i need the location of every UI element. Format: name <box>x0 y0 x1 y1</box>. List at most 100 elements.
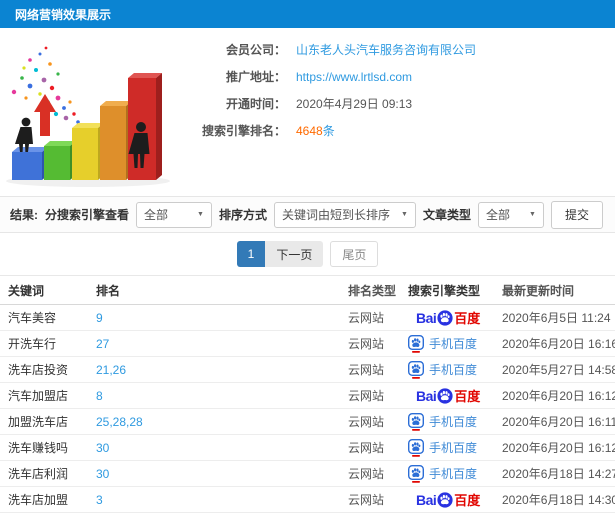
keyword-cell: 汽车加盟店 <box>8 389 69 403</box>
member-info-list: 会员公司： 山东老人头汽车服务咨询有限公司 推广地址： https://www.… <box>178 36 608 144</box>
baidu-paw-icon <box>437 491 453 508</box>
sort-filter-label: 排序方式 <box>218 208 267 222</box>
rank-type-cell: 云网站 <box>348 415 385 429</box>
col-engine: 搜索引擎类型 <box>408 283 481 298</box>
col-rank-type: 排名类型 <box>348 283 397 298</box>
rank-link[interactable]: 25,28,28 <box>96 415 143 429</box>
page-title: 网络营销效果展示 <box>15 7 112 22</box>
sort-filter-value: 关键词由短到长排序 <box>281 208 390 222</box>
engine-cell: Bai百度 手机百度 <box>400 386 494 405</box>
type-filter-label: 文章类型 <box>422 208 471 222</box>
promo-url-row: 推广地址： https://www.lrtlsd.com <box>178 63 608 90</box>
growth-chart-illustration <box>0 30 178 197</box>
chevron-down-icon: ▼ <box>401 211 408 218</box>
mobile-baidu-logo: 手机百度 <box>408 464 477 483</box>
updated-cell: 2020年6月20日 16:11 <box>502 415 615 429</box>
table-row: 汽车加盟店 8 云网站 Bai百度 手机百度 2020年6月20日 16:12 <box>0 383 615 409</box>
mobile-baidu-logo: 手机百度 <box>408 412 477 431</box>
submit-button[interactable]: 提交 <box>550 200 603 229</box>
table-row: 洗车店利润 30 云网站 Bai百度 手机百度 2020年6月18日 14:27 <box>0 461 615 487</box>
results-table: 关键词 排名 排名类型 搜索引擎类型 最新更新时间 汽车美容 9 云网站 Bai… <box>0 275 615 513</box>
rank-link[interactable]: 8 <box>96 389 103 403</box>
up-arrow-icon <box>34 94 56 136</box>
open-time-row: 开通时间： 2020年4月29日 09:13 <box>178 90 608 117</box>
page-header: 网络营销效果展示 <box>0 0 615 28</box>
engine-cell: Bai百度 手机百度 <box>400 308 494 327</box>
rank-count-unit: 条 <box>322 124 335 138</box>
summary-panel: 会员公司： 山东老人头汽车服务咨询有限公司 推广地址： https://www.… <box>0 28 615 196</box>
table-row: 开洗车行 27 云网站 Bai百度 手机百度 2020年6月20日 16:16 <box>0 331 615 357</box>
table-header-row: 关键词 排名 排名类型 搜索引擎类型 最新更新时间 <box>0 275 615 305</box>
updated-cell: 2020年6月18日 14:27 <box>502 467 615 481</box>
baidu-logo: Bai 百度 <box>416 491 481 509</box>
col-keyword: 关键词 <box>8 283 45 298</box>
table-row: 洗车店投资 21,26 云网站 Bai百度 手机百度 2020年5月27日 14… <box>0 357 615 383</box>
rank-count-number: 4648 <box>296 124 323 138</box>
table-row: 汽车美容 9 云网站 Bai百度 手机百度 2020年6月5日 11:24 <box>0 305 615 331</box>
keyword-cell: 洗车店加盟 <box>8 493 69 507</box>
updated-cell: 2020年6月18日 14:30 <box>502 493 615 507</box>
bar-chart-growth-image <box>6 46 170 187</box>
baidu-logo: Bai 百度 <box>416 387 481 405</box>
page-1-button[interactable]: 1 <box>236 241 266 267</box>
engine-filter-select[interactable]: 全部 ▼ <box>135 201 212 228</box>
rank-type-cell: 云网站 <box>348 389 385 403</box>
keyword-cell: 汽车美容 <box>8 311 57 325</box>
table-row: 洗车店加盟 3 云网站 Bai百度 手机百度 2020年6月18日 14:30 <box>0 487 615 513</box>
mobile-baidu-paw-icon <box>408 360 424 379</box>
table-row: 加盟洗车店 25,28,28 云网站 Bai百度 手机百度 2020年6月20日… <box>0 409 615 435</box>
type-filter-select[interactable]: 全部 ▼ <box>477 201 544 228</box>
member-company-link[interactable]: 山东老人头汽车服务咨询有限公司 <box>296 41 476 58</box>
rank-link[interactable]: 30 <box>96 441 109 455</box>
col-rank: 排名 <box>96 283 121 298</box>
rank-link[interactable]: 27 <box>96 337 109 351</box>
rank-link[interactable]: 21,26 <box>96 363 126 377</box>
updated-cell: 2020年6月20日 16:12 <box>502 389 615 403</box>
mobile-baidu-paw-icon <box>408 464 424 483</box>
baidu-logo: Bai 百度 <box>416 309 481 327</box>
keyword-cell: 洗车店利润 <box>8 467 69 481</box>
engine-cell: Bai百度 手机百度 <box>400 360 494 379</box>
mobile-baidu-logo: 手机百度 <box>408 438 477 457</box>
rank-type-cell: 云网站 <box>348 441 385 455</box>
keyword-cell: 开洗车行 <box>8 337 57 351</box>
rank-type-cell: 云网站 <box>348 337 385 351</box>
next-page-button[interactable]: 下一页 <box>265 241 324 267</box>
baidu-paw-icon <box>437 309 453 326</box>
engine-cell: Bai百度 手机百度 <box>400 438 494 457</box>
rank-type-cell: 云网站 <box>348 311 385 325</box>
bar-orange <box>100 101 132 180</box>
type-filter-value: 全部 <box>485 208 510 222</box>
engine-filter-value: 全部 <box>143 208 168 222</box>
updated-cell: 2020年5月27日 14:58 <box>502 363 615 377</box>
keyword-cell: 加盟洗车店 <box>8 415 69 429</box>
results-label: 结果: <box>10 208 38 222</box>
engine-cell: Bai百度 手机百度 <box>400 412 494 431</box>
updated-cell: 2020年6月20日 16:16 <box>502 337 615 351</box>
rank-link[interactable]: 9 <box>96 311 103 325</box>
member-company-row: 会员公司： 山东老人头汽车服务咨询有限公司 <box>178 36 608 63</box>
sort-filter-select[interactable]: 关键词由短到长排序 ▼ <box>273 201 416 228</box>
chevron-down-icon: ▼ <box>197 211 204 218</box>
pagination: 1 下一页 尾页 <box>0 233 615 275</box>
open-time-label: 开通时间： <box>225 97 286 111</box>
bar-yellow <box>72 123 104 180</box>
engine-cell: Bai百度 手机百度 <box>400 490 494 509</box>
engine-cell: Bai百度 手机百度 <box>400 464 494 483</box>
col-updated: 最新更新时间 <box>502 283 575 298</box>
rank-count-row: 搜索引擎排名： 4648条 <box>178 117 608 144</box>
mobile-baidu-logo: 手机百度 <box>408 360 477 379</box>
last-page-button[interactable]: 尾页 <box>330 241 379 267</box>
keyword-cell: 洗车店投资 <box>8 363 69 377</box>
bar-green <box>44 141 76 180</box>
rank-link[interactable]: 30 <box>96 467 109 481</box>
open-time-value: 2020年4月29日 09:13 <box>296 97 413 111</box>
mobile-baidu-paw-icon <box>408 438 424 457</box>
filter-controls: 分搜索引擎查看 全部 ▼ 排序方式 关键词由短到长排序 ▼ 文章类型 全部 ▼ … <box>45 200 605 229</box>
updated-cell: 2020年6月5日 11:24 <box>502 311 611 325</box>
businessman-left <box>15 117 33 152</box>
table-row: 洗车赚钱吗 30 云网站 Bai百度 手机百度 2020年6月20日 16:12 <box>0 435 615 461</box>
member-company-label: 会员公司： <box>225 43 286 57</box>
promo-url-link[interactable]: https://www.lrtlsd.com <box>296 70 412 84</box>
rank-link[interactable]: 3 <box>96 493 103 507</box>
